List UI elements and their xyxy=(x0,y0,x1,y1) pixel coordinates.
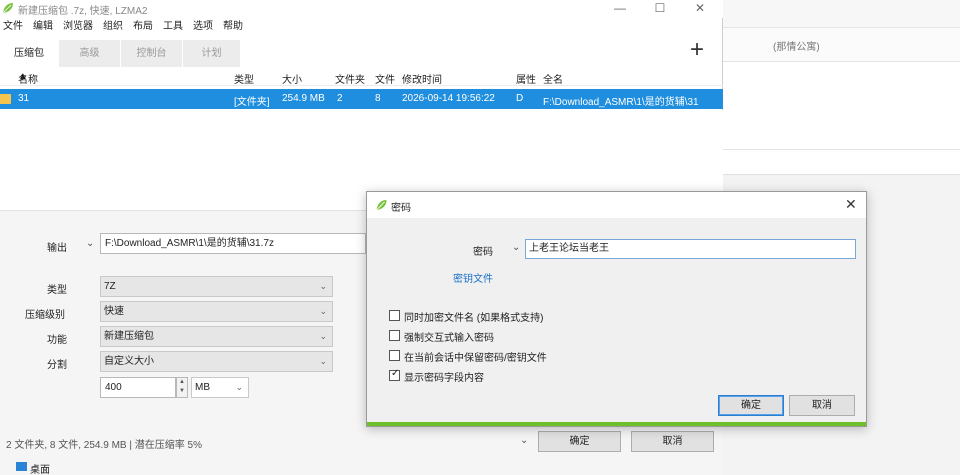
level-select[interactable]: 快速 ⌄ xyxy=(100,301,333,322)
menu-browser[interactable]: 浏览器 xyxy=(58,18,98,35)
menu-file[interactable]: 文件 xyxy=(0,18,28,35)
ok-button[interactable]: 确定 xyxy=(538,431,621,452)
column-size[interactable]: 大小 xyxy=(282,71,302,86)
tab-advanced[interactable]: 高级 xyxy=(58,40,120,67)
background-hint-text: (那情公寓) xyxy=(773,42,820,53)
password-history-chevron-icon[interactable]: ⌄ xyxy=(512,242,520,253)
menu-bar: 文件 编辑 浏览器 组织 布局 工具 选项 帮助 xyxy=(0,18,723,35)
row-attr: D xyxy=(516,93,524,104)
chevron-down-icon: ⌄ xyxy=(319,281,327,291)
dialog-ok-button[interactable]: 确定 xyxy=(718,395,784,416)
split-value: 自定义大小 xyxy=(104,356,154,367)
column-files[interactable]: 文件 xyxy=(375,71,395,86)
row-files: 8 xyxy=(375,93,381,104)
app-leaf-icon xyxy=(2,3,13,14)
dialog-body: 密码 ⌄ 上老王论坛当老王 密钥文件 同时加密文件名 (如果格式支持) 强制交互… xyxy=(367,218,866,424)
show-password-label: 显示密码字段内容 xyxy=(404,373,484,384)
force-interactive-label: 强制交互式输入密码 xyxy=(404,333,494,344)
cancel-button[interactable]: 取消 xyxy=(631,431,714,452)
force-interactive-checkbox[interactable] xyxy=(389,330,400,341)
maximize-button[interactable]: ☐ xyxy=(640,0,680,18)
keep-password-checkbox[interactable] xyxy=(389,350,400,361)
menu-tools[interactable]: 工具 xyxy=(158,18,188,35)
tab-schedule[interactable]: 计划 xyxy=(182,40,240,67)
title-bar: 新建压缩包 .7z, 快速, LZMA2 — ☐ ✕ xyxy=(0,0,723,18)
chevron-down-icon: ⌄ xyxy=(319,356,327,366)
output-path-field[interactable]: F:\Download_ASMR\1\是的货辅\31.7z xyxy=(100,233,366,254)
add-tab-button[interactable]: + xyxy=(690,38,704,62)
dialog-cancel-button[interactable]: 取消 xyxy=(789,395,855,416)
menu-organize[interactable]: 组织 xyxy=(98,18,128,35)
split-label: 分割 xyxy=(47,360,67,371)
tab-archive[interactable]: 压缩包 xyxy=(0,40,58,67)
password-input[interactable]: 上老王论坛当老王 xyxy=(525,239,856,259)
row-type: [文件夹] xyxy=(234,97,270,108)
window-title: 新建压缩包 .7z, 快速, LZMA2 xyxy=(18,6,148,17)
column-modified[interactable]: 修改时间 xyxy=(402,71,442,86)
split-unit-select[interactable]: MB ⌄ xyxy=(191,377,249,398)
tab-bar: 压缩包 高级 控制台 计划 xyxy=(0,40,723,67)
password-dialog: 密码 ✕ 密码 ⌄ 上老王论坛当老王 密钥文件 同时加密文件名 (如果格式支持)… xyxy=(366,191,867,427)
dialog-title: 密码 xyxy=(391,203,411,214)
dialog-accent-bar xyxy=(367,422,866,426)
desktop-icon xyxy=(16,462,27,471)
tab-console[interactable]: 控制台 xyxy=(120,40,182,67)
app-leaf-icon xyxy=(376,200,387,211)
function-value: 新建压缩包 xyxy=(104,331,154,342)
password-label: 密码 xyxy=(473,247,493,258)
taskbar-desktop[interactable]: 桌面 xyxy=(16,461,50,475)
table-row[interactable]: 31 [文件夹] 254.9 MB 2 8 2026-09-14 19:56:2… xyxy=(0,89,723,109)
dialog-close-button[interactable]: ✕ xyxy=(845,196,857,213)
split-unit-value: MB xyxy=(195,382,210,393)
background-address-bar: (那情公寓) xyxy=(723,28,960,62)
close-button[interactable]: ✕ xyxy=(680,0,720,18)
chevron-down-icon: ⌄ xyxy=(319,306,327,316)
split-size-spinner[interactable]: ▲ ▼ xyxy=(176,377,188,398)
menu-help[interactable]: 帮助 xyxy=(218,18,248,35)
chevron-down-icon: ⌄ xyxy=(235,382,243,392)
column-header: ▲ 名称 类型 大小 文件夹 文件 修改时间 属性 全名 xyxy=(0,69,723,86)
status-text: 2 文件夹, 8 文件, 254.9 MB | 潜在压缩率 5% xyxy=(6,440,202,451)
type-label: 类型 xyxy=(47,285,67,296)
type-value: 7Z xyxy=(104,281,116,292)
column-attr[interactable]: 属性 xyxy=(516,71,536,86)
output-label: 输出 xyxy=(47,243,67,254)
row-folders: 2 xyxy=(337,93,343,104)
menu-edit[interactable]: 编辑 xyxy=(28,18,58,35)
background-row xyxy=(723,150,960,175)
split-size-input[interactable]: 400 xyxy=(100,377,176,398)
level-label: 压缩级别 xyxy=(25,310,65,321)
row-size: 254.9 MB xyxy=(282,93,325,104)
minimize-button[interactable]: — xyxy=(600,0,640,18)
split-select[interactable]: 自定义大小 ⌄ xyxy=(100,351,333,372)
background-titlebar xyxy=(723,0,960,28)
ok-dropdown-chevron-icon[interactable]: ⌄ xyxy=(520,435,528,446)
encrypt-filenames-label: 同时加密文件名 (如果格式支持) xyxy=(404,313,544,324)
level-value: 快速 xyxy=(104,306,124,317)
column-fullname[interactable]: 全名 xyxy=(543,71,563,86)
chevron-down-icon: ⌄ xyxy=(319,331,327,341)
background-panel xyxy=(723,62,960,150)
row-name: 31 xyxy=(18,93,30,104)
function-label: 功能 xyxy=(47,335,67,346)
function-select[interactable]: 新建压缩包 ⌄ xyxy=(100,326,333,347)
folder-icon xyxy=(0,94,11,104)
menu-options[interactable]: 选项 xyxy=(188,18,218,35)
output-chevron-icon[interactable]: ⌄ xyxy=(86,238,94,249)
keep-password-label: 在当前会话中保留密码/密钥文件 xyxy=(404,353,547,364)
menu-layout[interactable]: 布局 xyxy=(128,18,158,35)
column-type[interactable]: 类型 xyxy=(234,71,254,86)
row-fullname: F:\Download_ASMR\1\是的货辅\31 xyxy=(543,97,699,108)
dialog-title-bar: 密码 ✕ xyxy=(367,192,866,218)
column-folders[interactable]: 文件夹 xyxy=(335,71,365,86)
encrypt-filenames-checkbox[interactable] xyxy=(389,310,400,321)
column-name[interactable]: 名称 xyxy=(18,71,38,86)
keyfile-link[interactable]: 密钥文件 xyxy=(453,270,493,285)
type-select[interactable]: 7Z ⌄ xyxy=(100,276,333,297)
row-modified: 2026-09-14 19:56:22 xyxy=(402,93,495,104)
show-password-checkbox[interactable] xyxy=(389,368,400,381)
